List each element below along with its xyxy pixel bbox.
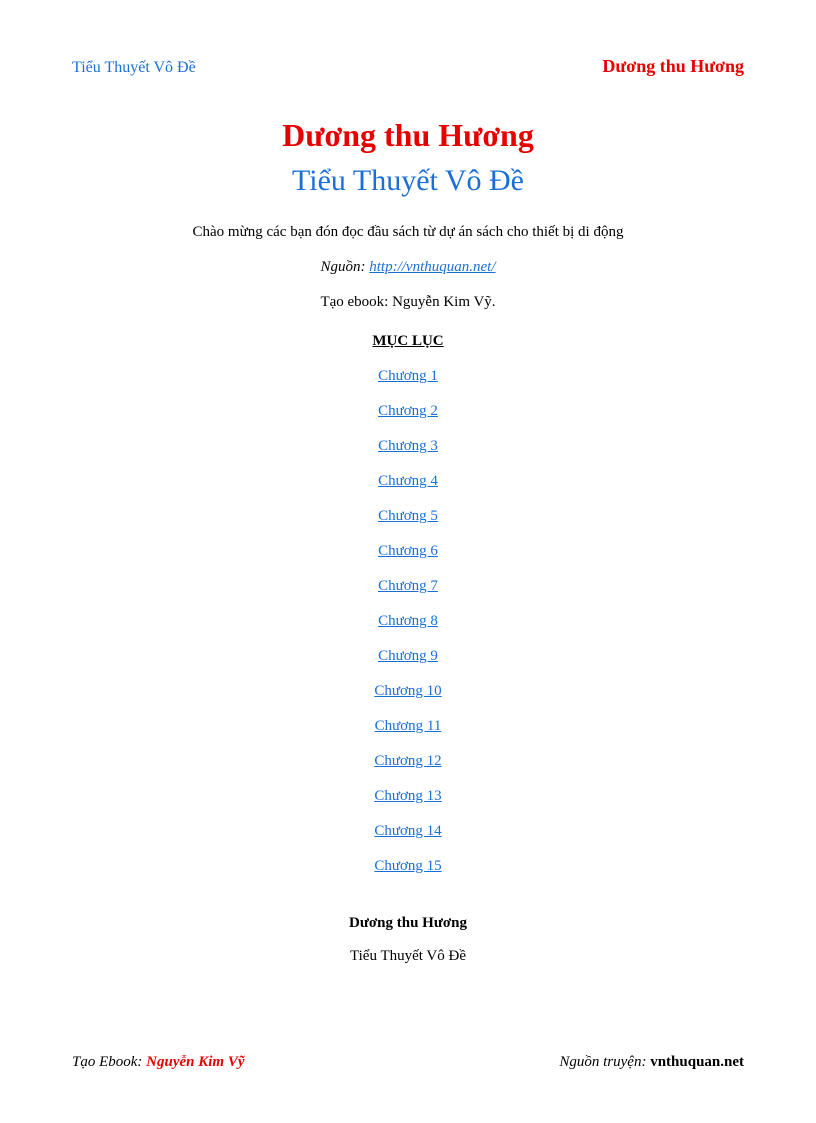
section-author: Dương thu Hương xyxy=(72,915,744,932)
toc-item[interactable]: Chương 6 xyxy=(72,543,744,560)
main-book-title: Tiểu Thuyết Vô Đề xyxy=(72,164,744,198)
source-line: Nguồn: http://vnthuquan.net/ xyxy=(72,259,744,276)
ebook-creator: Tạo ebook: Nguyễn Kim Vỹ. xyxy=(72,294,744,311)
source-label: Nguồn: xyxy=(321,259,370,275)
toc-item[interactable]: Chương 12 xyxy=(72,753,744,770)
toc-item[interactable]: Chương 15 xyxy=(72,858,744,875)
toc-item[interactable]: Chương 7 xyxy=(72,578,744,595)
toc-item[interactable]: Chương 13 xyxy=(72,788,744,805)
toc-item[interactable]: Chương 9 xyxy=(72,648,744,665)
main-author-title: Dương thu Hương xyxy=(72,117,744,154)
toc-item[interactable]: Chương 5 xyxy=(72,508,744,525)
toc-item[interactable]: Chương 8 xyxy=(72,613,744,630)
page-footer: Tạo Ebook: Nguyễn Kim Vỹ Nguồn truyện: v… xyxy=(72,1054,744,1071)
footer-right-label: Nguồn truyện xyxy=(559,1054,641,1070)
footer-left: Tạo Ebook: Nguyễn Kim Vỹ xyxy=(72,1054,245,1071)
footer-right: Nguồn truyện: vnthuquan.net xyxy=(559,1054,744,1071)
footer-left-label: Tạo Ebook xyxy=(72,1054,137,1070)
toc-item[interactable]: Chương 1 xyxy=(72,368,744,385)
toc-heading: MỤC LỤC xyxy=(72,333,744,350)
footer-left-value: Nguyễn Kim Vỹ xyxy=(146,1054,244,1070)
footer-right-value: vnthuquan.net xyxy=(650,1054,744,1070)
toc-item[interactable]: Chương 11 xyxy=(72,718,744,735)
welcome-text: Chào mừng các bạn đón đọc đầu sách từ dự… xyxy=(72,224,744,241)
toc-list: Chương 1 Chương 2 Chương 3 Chương 4 Chươ… xyxy=(72,368,744,875)
header-author: Dương thu Hương xyxy=(602,56,744,77)
toc-item[interactable]: Chương 3 xyxy=(72,438,744,455)
toc-item[interactable]: Chương 10 xyxy=(72,683,744,700)
section-book-title: Tiểu Thuyết Vô Đề xyxy=(72,948,744,965)
source-link[interactable]: http://vnthuquan.net/ xyxy=(369,259,495,275)
toc-item[interactable]: Chương 14 xyxy=(72,823,744,840)
page-header: Tiểu Thuyết Vô Đề Dương thu Hương xyxy=(72,56,744,77)
toc-item[interactable]: Chương 4 xyxy=(72,473,744,490)
header-book-title: Tiểu Thuyết Vô Đề xyxy=(72,59,196,77)
toc-item[interactable]: Chương 2 xyxy=(72,403,744,420)
